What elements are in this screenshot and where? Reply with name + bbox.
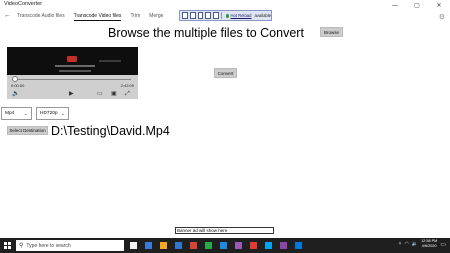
video-watermark <box>99 60 121 62</box>
media-icon[interactable] <box>250 242 257 249</box>
fullscreen-icon[interactable]: ⤢ <box>125 90 130 98</box>
convert-button[interactable]: Convert <box>214 68 237 78</box>
window-title: VideoConverter <box>4 1 43 7</box>
search-icon: ⚲ <box>19 243 24 249</box>
windows-start-icon[interactable] <box>4 242 11 249</box>
select-destination-button[interactable]: Select Destination <box>7 126 48 135</box>
spotify-icon[interactable] <box>205 242 212 249</box>
settings-icon[interactable] <box>295 242 302 249</box>
seek-bar[interactable] <box>14 79 131 80</box>
volume-icon[interactable]: 🔈 <box>12 90 19 98</box>
video-frame-logo <box>67 56 77 62</box>
store-icon[interactable] <box>265 242 272 249</box>
volume-icon[interactable]: 🔉 <box>412 241 418 247</box>
play-icon[interactable]: ▶ <box>69 90 74 98</box>
player-control-row: 🔈 ▶ ▭ ▣ ⤢ <box>7 90 138 98</box>
window-controls: — ▢ ✕ <box>384 0 450 11</box>
file-explorer-icon[interactable] <box>145 242 152 249</box>
chevron-down-icon: ⌄ <box>60 111 65 117</box>
player-controls: 0:00:00 2:42:09 🔈 ▶ ▭ ▣ ⤢ <box>7 75 138 99</box>
clock[interactable]: 12:58 PM 4/6/2020 <box>421 239 437 249</box>
clock-date: 4/6/2020 <box>421 244 437 248</box>
mail-icon[interactable] <box>175 242 182 249</box>
destination-path: D:\Testing\David.Mp4 <box>51 124 170 138</box>
teams-icon[interactable] <box>280 242 287 249</box>
network-icon[interactable]: ◠ <box>404 241 408 247</box>
minimize-button[interactable]: — <box>384 0 406 11</box>
gear-icon[interactable]: ⚙ <box>439 13 445 21</box>
chevron-up-icon[interactable]: ˄ <box>399 241 402 247</box>
seek-handle[interactable] <box>12 76 18 82</box>
taskbar-search[interactable]: ⚲ Type here to search <box>16 240 124 251</box>
maximize-button[interactable]: ▢ <box>406 0 428 11</box>
close-button[interactable]: ✕ <box>428 0 450 11</box>
tab-merge[interactable]: Merge <box>149 13 163 21</box>
visual-studio-icon[interactable] <box>235 242 242 249</box>
resolution-select-value: HD720p <box>40 111 58 116</box>
resolution-select[interactable]: HD720p ⌄ <box>36 107 69 120</box>
media-player[interactable]: 0:00:00 2:42:09 🔈 ▶ ▭ ▣ ⤢ <box>7 47 138 99</box>
notification-icon[interactable]: ▭ <box>440 241 446 248</box>
video-frame-caption-2 <box>59 70 91 72</box>
chrome-icon[interactable] <box>190 242 197 249</box>
duration-time: 2:42:09 <box>120 83 134 88</box>
tab-transcode-video[interactable]: Transcode Video files <box>73 13 122 21</box>
folder-icon[interactable] <box>160 242 167 249</box>
current-time: 0:00:00 <box>11 83 25 88</box>
navigation-bar: ← Transcode Audio files Transcode Video … <box>0 11 450 23</box>
browse-button[interactable]: Browse <box>320 27 343 37</box>
video-frame-caption <box>55 65 95 67</box>
search-placeholder: Type here to search <box>26 242 71 249</box>
page-title: Browse the multiple files to Convert <box>108 26 304 40</box>
format-select-value: Mp4 <box>5 111 15 116</box>
taskbar: ⚲ Type here to search ˄ ◠ 🔉 12:58 PM 4/6… <box>0 238 450 253</box>
tab-trim[interactable]: Trim <box>130 13 140 21</box>
banner-ad: Banner ad will show here <box>175 227 274 234</box>
tab-transcode-audio[interactable]: Transcode Audio files <box>17 13 65 21</box>
back-button[interactable]: ← <box>4 12 11 19</box>
task-view-icon[interactable] <box>130 242 137 249</box>
chevron-down-icon: ⌄ <box>23 111 28 117</box>
edge-icon[interactable] <box>220 242 227 249</box>
tab-list: Transcode Audio files Transcode Video fi… <box>17 13 163 21</box>
format-select[interactable]: Mp4 ⌄ <box>1 107 32 120</box>
system-tray: ˄ ◠ 🔉 12:58 PM 4/6/2020 ▭ <box>399 239 446 249</box>
aspect-ratio-icon[interactable]: ▣ <box>111 90 117 98</box>
cast-icon[interactable]: ▭ <box>97 90 103 98</box>
